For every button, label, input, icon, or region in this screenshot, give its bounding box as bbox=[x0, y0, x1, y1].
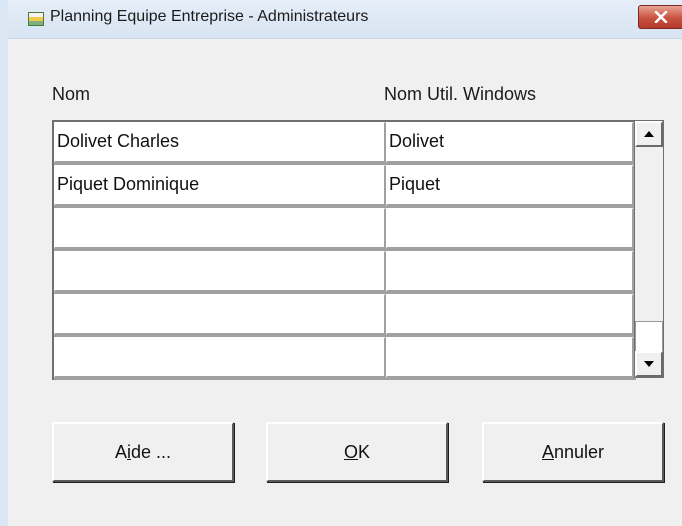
scroll-up-button[interactable] bbox=[635, 121, 663, 147]
column-header-name: Nom bbox=[52, 84, 91, 104]
column-header-windows-user: Nom Util. Windows bbox=[384, 84, 537, 104]
window-title: Planning Equipe Entreprise - Administrat… bbox=[50, 8, 369, 25]
table-row: Piquet Dominique Piquet bbox=[54, 165, 634, 208]
table-row bbox=[54, 208, 634, 251]
close-icon bbox=[654, 11, 668, 23]
help-button-label: Aide ... bbox=[114, 441, 172, 462]
name-cell[interactable] bbox=[54, 208, 386, 249]
arrow-up-icon bbox=[644, 131, 654, 137]
name-cell[interactable] bbox=[54, 294, 386, 335]
name-cell[interactable] bbox=[54, 337, 386, 378]
arrow-down-icon bbox=[644, 361, 654, 367]
windows-user-cell[interactable] bbox=[386, 251, 634, 292]
table-row: Dolivet Charles Dolivet bbox=[54, 122, 634, 165]
name-cell[interactable]: Piquet Dominique bbox=[54, 165, 386, 206]
table-row bbox=[54, 337, 634, 380]
windows-user-cell[interactable] bbox=[386, 294, 634, 335]
scroll-down-button[interactable] bbox=[635, 351, 663, 377]
name-cell[interactable]: Dolivet Charles bbox=[54, 122, 386, 163]
cancel-button[interactable]: Annuler bbox=[482, 422, 664, 482]
dialog-window: Planning Equipe Entreprise - Administrat… bbox=[0, 0, 682, 526]
ok-button[interactable]: OK bbox=[266, 422, 448, 482]
planning-app-icon bbox=[28, 12, 44, 26]
close-button[interactable] bbox=[638, 5, 682, 29]
help-button[interactable]: Aide ... bbox=[52, 422, 234, 482]
windows-user-cell[interactable]: Piquet bbox=[386, 165, 634, 206]
ok-button-label: OK bbox=[343, 441, 371, 462]
scrollbar-thumb[interactable] bbox=[635, 321, 663, 353]
vertical-scrollbar[interactable] bbox=[634, 120, 664, 378]
title-bar[interactable]: Planning Equipe Entreprise - Administrat… bbox=[8, 0, 682, 39]
table-row bbox=[54, 251, 634, 294]
name-cell[interactable] bbox=[54, 251, 386, 292]
cancel-button-label: Annuler bbox=[541, 441, 605, 462]
windows-user-cell[interactable] bbox=[386, 337, 634, 378]
windows-user-cell[interactable]: Dolivet bbox=[386, 122, 634, 163]
table-row bbox=[54, 294, 634, 337]
administrators-grid: Dolivet Charles Dolivet Piquet Dominique… bbox=[52, 120, 636, 380]
windows-user-cell[interactable] bbox=[386, 208, 634, 249]
